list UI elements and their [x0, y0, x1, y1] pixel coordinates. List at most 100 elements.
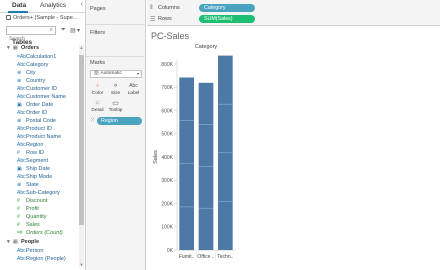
field-item[interactable]: AbcPerson [17, 247, 43, 255]
tooltip-button[interactable]: ▭ Tooltip [107, 99, 124, 115]
field-item[interactable]: AbcRegion [17, 141, 43, 149]
y-tick-label: 400K [161, 155, 173, 161]
field-item[interactable]: # Profit [17, 205, 39, 213]
field-item[interactable]: ⊕ State [17, 181, 39, 189]
table-group-people[interactable]: ▾ ▦ People [7, 239, 39, 245]
field-item[interactable]: # Quantity [17, 213, 46, 221]
columns-shelf-label: Columns [158, 5, 180, 11]
field-item[interactable]: AbcCustomer ID [17, 85, 57, 93]
active-tab-indicator [8, 11, 28, 13]
field-label: State [26, 182, 39, 188]
field-item[interactable]: AbcRegion (People) [17, 255, 66, 263]
x-category-label: Office .. [197, 254, 214, 260]
field-type-icon: ⊕ [17, 78, 22, 84]
table-group-orders[interactable]: ▾ ▦ Orders [7, 45, 39, 51]
field-label: Quantity [26, 214, 47, 220]
field-item[interactable]: ⊕ Country [17, 77, 45, 85]
field-type-icon: # [17, 198, 20, 204]
field-label: Country [26, 78, 46, 84]
field-label: Row ID [26, 150, 45, 156]
mark-type-dropdown[interactable]: ▥ Automatic ▾ [90, 70, 142, 78]
field-label: Product ID [26, 126, 52, 132]
y-axis-label: Sales [153, 150, 159, 164]
y-tick-label: 600K [161, 108, 173, 114]
column-header: Category [195, 44, 218, 50]
text-label-icon: Abc [129, 83, 138, 89]
rows-shelf[interactable]: ☰ Rows SUM(Sales) [147, 14, 440, 25]
field-item[interactable]: AbcSub-Category [17, 189, 60, 197]
field-item[interactable]: ▣ Order Date [17, 101, 53, 109]
x-category-label: Techn.. [217, 254, 233, 260]
field-type-icon: ⊕ [17, 118, 22, 124]
search-box[interactable]: ⌕ [6, 26, 56, 43]
field-item[interactable]: ▣ Ship Date [17, 165, 50, 173]
bar-chart: Category Sales 0K 100K 200K 300K 400K 500K 600K 7… [153, 44, 235, 261]
size-button[interactable]: ⚬ Size [107, 82, 124, 98]
view-options-icon[interactable]: ▤ [70, 27, 76, 34]
shelves: ⦀ Columns Category ☰ Rows SUM(Sales) [147, 0, 440, 26]
field-item[interactable]: # Row ID [17, 149, 44, 157]
field-item[interactable]: AbcOrder ID [17, 109, 47, 117]
sum-sales-row-pill[interactable]: SUM(Sales) [199, 15, 255, 23]
field-item[interactable]: AbcProduct Name [17, 133, 61, 141]
y-tick-label: 300K [161, 178, 173, 184]
field-item[interactable]: ⊕ Postal Code [17, 117, 56, 125]
field-label: Postal Code [26, 118, 56, 124]
field-item[interactable]: ⊕ City [17, 69, 35, 77]
field-item[interactable]: AbcShip Mode [17, 173, 52, 181]
tab-analytics[interactable]: Analytics [40, 2, 66, 9]
rows-icon: ☰ [150, 17, 156, 23]
field-item[interactable]: =AbCalculation1 [17, 53, 56, 61]
category-column-pill[interactable]: Category [199, 4, 255, 12]
columns-shelf[interactable]: ⦀ Columns Category [147, 3, 440, 14]
detail-button[interactable]: ⁙ Detail [89, 99, 106, 115]
field-type-icon: =Ab [17, 54, 27, 60]
field-label: Profit [26, 206, 39, 212]
collapse-pane-icon[interactable]: ‹ [81, 1, 83, 8]
field-item[interactable]: # Discount [17, 197, 47, 205]
field-label: Segment [26, 158, 49, 164]
data-pane: Data Analytics ‹ Orders+ (Sample - Supe.… [0, 0, 86, 270]
field-label: City [26, 70, 36, 76]
region-mark-pill[interactable]: Region [97, 117, 142, 125]
rows-shelf-label: Rows [158, 16, 172, 22]
field-label: Region [26, 142, 44, 148]
field-type-icon: # [17, 222, 20, 228]
field-label: Product Name [26, 134, 62, 140]
field-label: Ship Date [26, 166, 51, 172]
field-type-icon: Abc [17, 62, 26, 68]
marks-card-title: Marks [90, 60, 105, 66]
chevron-down-icon[interactable]: ▾ [77, 27, 80, 34]
filter-icon[interactable]: ⏷ [61, 27, 66, 34]
scroll-down-icon[interactable]: ▼ [79, 262, 84, 267]
tooltip-button-label: Tooltip [108, 108, 123, 113]
color-button[interactable]: ⁘ Color [89, 82, 106, 98]
field-label: Discount [26, 198, 48, 204]
datasource-row[interactable]: Orders+ (Sample - Supe... [6, 15, 77, 21]
field-item[interactable]: AbcCustomer Name [17, 93, 66, 101]
field-type-icon: Abc [17, 110, 26, 116]
detail-icon: ⁙ [94, 100, 101, 107]
label-button-label: Label [127, 91, 140, 96]
field-item[interactable]: =# Orders (Count) [17, 229, 63, 237]
y-tick-label: 200K [161, 201, 173, 207]
scroll-up-icon[interactable]: ▲ [79, 45, 84, 50]
field-item[interactable]: AbcProduct ID [17, 125, 52, 133]
field-label: Orders (Count) [26, 230, 63, 236]
search-icon[interactable]: ⌕ [50, 27, 53, 34]
expand-caret-icon[interactable]: ▾ [7, 239, 10, 245]
field-item[interactable]: # Sales [17, 221, 40, 229]
field-label: Sub-Category [26, 190, 60, 196]
field-type-icon: ▣ [17, 102, 22, 108]
field-item[interactable]: AbcSegment [17, 157, 48, 165]
card-divider [86, 24, 146, 25]
tab-data[interactable]: Data [12, 2, 26, 9]
field-item[interactable]: AbcCategory [17, 61, 48, 69]
y-tick-label: 500K [161, 132, 173, 138]
field-list-scrollbar[interactable]: ▲ ▼ [79, 45, 84, 267]
label-button[interactable]: Abc Label [125, 82, 142, 98]
datasource-name: Orders+ (Sample - Supe... [13, 15, 78, 21]
scrollbar-thumb[interactable] [79, 55, 84, 225]
field-label: Customer ID [26, 86, 57, 92]
expand-caret-icon[interactable]: ▾ [7, 45, 10, 51]
